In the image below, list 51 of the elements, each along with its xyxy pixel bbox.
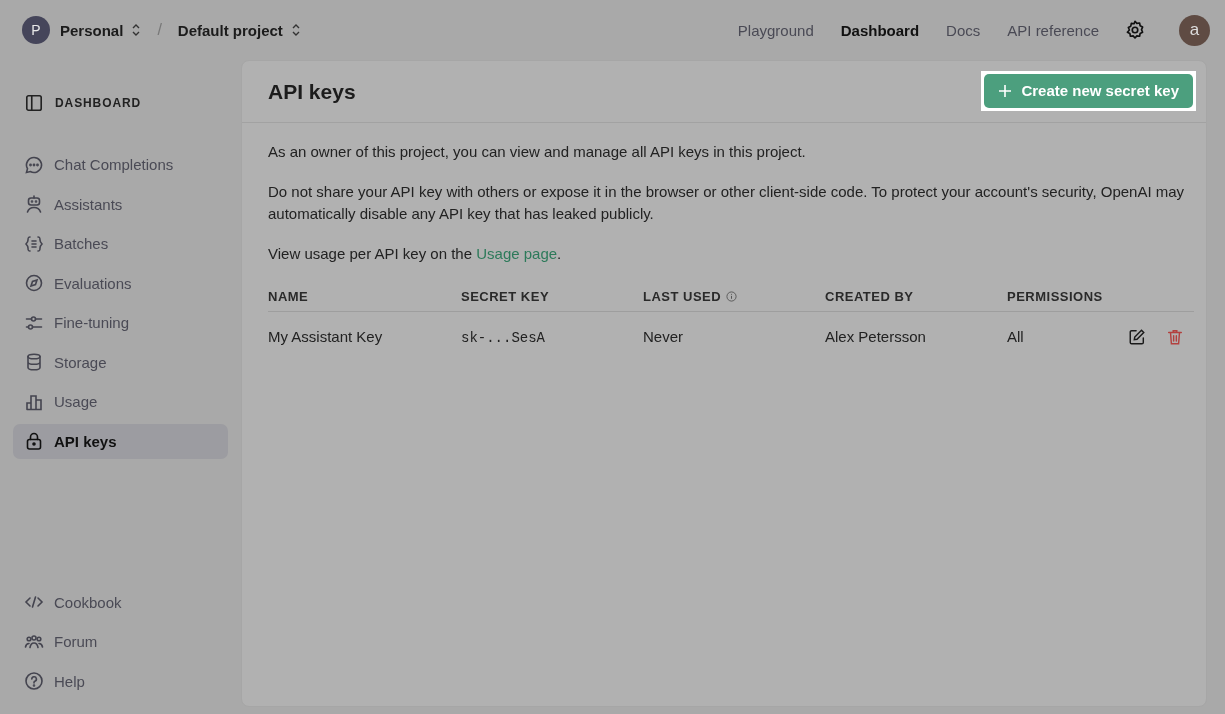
user-avatar[interactable]: a <box>1179 14 1210 46</box>
database-icon <box>24 352 44 373</box>
sidebar-item[interactable]: Batches <box>13 226 228 262</box>
chevron-updown-icon <box>131 23 142 37</box>
nav-link[interactable]: Dashboard <box>840 21 920 39</box>
sidebar-item[interactable]: Usage <box>13 384 228 420</box>
org-switcher[interactable]: Personal <box>58 21 144 39</box>
usage-note: View usage per API key on the Usage page. <box>268 244 563 264</box>
sidebar-panel-icon[interactable] <box>25 94 43 112</box>
settings-icon[interactable] <box>1124 19 1146 41</box>
info-paragraph: As an owner of this project, you can view and manage all API keys in this project. <box>268 142 807 162</box>
page-title: API keys <box>268 79 356 104</box>
nav-link[interactable]: API reference <box>1007 21 1099 39</box>
column-header: CREATED BY <box>825 289 914 304</box>
usage-page-link[interactable]: Usage page <box>476 245 558 262</box>
sidebar-item[interactable]: Assistants <box>13 186 228 222</box>
column-header: NAME <box>268 289 309 304</box>
table-cell: All <box>1007 328 1024 345</box>
table-cell: sk-...SesA <box>461 329 545 346</box>
help-icon <box>24 671 44 692</box>
org-avatar[interactable]: P <box>22 16 50 44</box>
table-cell: Alex Petersson <box>825 328 926 345</box>
compass-icon <box>24 273 44 294</box>
table-cell: Never <box>643 328 683 345</box>
robot-icon <box>24 194 44 215</box>
sidebar-item[interactable]: Chat Completions <box>13 147 228 183</box>
lock-icon <box>24 431 44 452</box>
breadcrumb-separator: / <box>157 21 162 39</box>
sidebar-link[interactable]: Cookbook <box>13 584 228 620</box>
chat-bubble-icon <box>24 154 44 175</box>
delete-icon[interactable] <box>1166 328 1184 347</box>
column-header: SECRET KEY <box>461 289 550 304</box>
sidebar-link[interactable]: Help <box>13 663 228 699</box>
info-paragraph: Do not share your API key with others or expose it in the browser or other client-side code. To protect your account's security, OpenAI may automatically disable any API key that has leaked publicly. <box>268 182 1186 224</box>
sidebar-item[interactable]: API keys <box>13 423 228 459</box>
sidebar-heading: DASHBOARD <box>55 96 142 110</box>
column-header: PERMISSIONS <box>1007 289 1103 304</box>
sidebar-item[interactable]: Fine-tuning <box>13 305 228 341</box>
sidebar-item[interactable]: Evaluations <box>13 265 228 301</box>
column-header: LAST USED <box>643 289 722 304</box>
project-switcher[interactable]: Default project <box>175 21 303 39</box>
table-cell: My Assistant Key <box>268 328 383 345</box>
nav-link[interactable]: Docs <box>946 21 981 39</box>
nav-link[interactable]: Playground <box>737 21 814 39</box>
create-secret-key-button[interactable]: Create new secret key <box>984 73 1193 108</box>
braces-list-icon <box>24 233 44 254</box>
edit-icon[interactable] <box>1127 328 1146 347</box>
sidebar-item[interactable]: Storage <box>13 344 228 380</box>
sidebar-link[interactable]: Forum <box>13 624 228 660</box>
plus-icon <box>998 83 1013 98</box>
chevron-updown-icon <box>290 23 301 37</box>
